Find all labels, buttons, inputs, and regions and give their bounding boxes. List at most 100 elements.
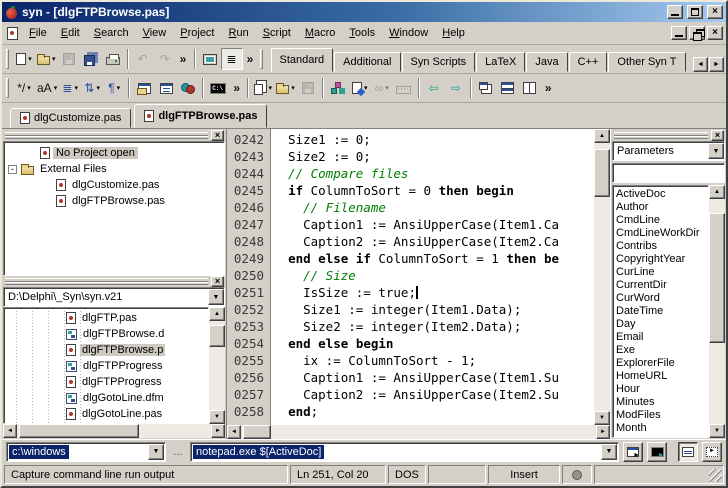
new-file-button[interactable]: ▾ [13, 48, 35, 70]
param-item-contribs[interactable]: Contribs [616, 240, 708, 253]
combo-dropdown-icon[interactable]: ▼ [208, 289, 224, 305]
scroll-right-button[interactable]: ► [211, 424, 225, 438]
param-item-modfiles[interactable]: ModFiles [616, 409, 708, 422]
toolbar-grip[interactable] [6, 78, 9, 98]
syntax-colors-button[interactable] [177, 77, 199, 99]
scroll-down-button[interactable]: ▼ [209, 410, 225, 424]
menu-search[interactable]: Search [87, 24, 136, 42]
files-panel-close-button[interactable]: × [211, 276, 224, 287]
scrollbar-thumb[interactable] [709, 213, 725, 343]
scroll-right-button[interactable]: ► [596, 425, 610, 439]
dos-console-button[interactable] [207, 77, 229, 99]
menu-script[interactable]: Script [256, 24, 298, 42]
mdi-document-icon[interactable] [7, 26, 18, 40]
scrollbar-track[interactable] [209, 321, 225, 410]
param-item-copyrightyear[interactable]: CopyrightYear [616, 253, 708, 266]
menu-help[interactable]: Help [435, 24, 472, 42]
scroll-left-button[interactable]: ◄ [227, 425, 241, 439]
outline-view-button[interactable]: ≣ [220, 48, 243, 70]
save-special-button[interactable] [297, 77, 319, 99]
tab-scroll-right-button[interactable]: ► [709, 57, 724, 72]
save-file-button[interactable] [58, 48, 80, 70]
copy-special-button[interactable]: ▾ [252, 77, 274, 99]
file-list-horizontal-scrollbar[interactable]: ◄ ► [3, 424, 225, 438]
show-output-button[interactable] [678, 441, 698, 462]
toolbar-grip[interactable] [259, 49, 263, 69]
toolbar-grip[interactable] [6, 49, 9, 69]
menu-project[interactable]: Project [173, 24, 221, 42]
param-item-datetime[interactable]: DateTime [616, 305, 708, 318]
param-item-curword[interactable]: CurWord [616, 292, 708, 305]
save-all-button[interactable] [80, 48, 102, 70]
mdi-restore-button[interactable] [689, 26, 705, 41]
cascade-windows-button[interactable] [475, 77, 497, 99]
scrollbar-track[interactable] [241, 425, 596, 439]
param-item-month[interactable]: Month [616, 422, 708, 435]
open-file-button[interactable]: ▾ [35, 48, 58, 70]
browse-directory-button[interactable]: ... [170, 443, 186, 461]
sort-lines-button[interactable]: ⇅ ▾ [81, 77, 103, 99]
maximize-button[interactable] [687, 5, 703, 19]
more-view-button[interactable]: » [243, 48, 258, 70]
combo-dropdown-icon[interactable]: ▼ [148, 443, 164, 460]
more-window-button[interactable]: » [541, 77, 556, 99]
file-item-dlggotoline-dfm[interactable]: dlgGotoLine.dfm [4, 390, 208, 406]
param-item-hour[interactable]: Hour [616, 383, 708, 396]
scrollbar-track[interactable] [594, 143, 610, 411]
grab-ridges[interactable] [614, 132, 708, 139]
scrollbar-track[interactable] [709, 199, 725, 424]
nav-forward-button[interactable]: ⇨ [445, 77, 467, 99]
param-item-day[interactable]: Day [616, 318, 708, 331]
copy-to-window-button[interactable] [133, 77, 155, 99]
command-input-combo[interactable]: notepad.exe $[ActiveDoc] ▼ [190, 441, 619, 462]
param-item-currentdir[interactable]: CurrentDir [616, 279, 708, 292]
run-script-button[interactable]: ▾ [349, 77, 371, 99]
editor-vertical-scrollbar[interactable]: ▲ ▼ [594, 129, 610, 425]
combo-dropdown-icon[interactable]: ▼ [708, 143, 724, 159]
open-special-button[interactable]: ▾ [274, 77, 297, 99]
code-structure-button[interactable] [327, 77, 349, 99]
grab-ridges[interactable] [5, 278, 208, 285]
run-capture-button[interactable] [647, 441, 667, 462]
param-filter-input[interactable] [612, 163, 725, 183]
undo-button[interactable]: ↶ [132, 48, 154, 70]
change-case-button[interactable]: aA ▾ [35, 77, 59, 99]
window-list-button[interactable] [155, 77, 177, 99]
menu-macro[interactable]: Macro [298, 24, 343, 42]
files-panel-grab-bar[interactable]: × [3, 276, 225, 287]
run-command-button[interactable] [623, 441, 643, 462]
special-chars-button[interactable]: ¶ ▾ [103, 77, 125, 99]
param-item-explorerfile[interactable]: ExplorerFile [616, 357, 708, 370]
param-item-cmdlineworkdir[interactable]: CmdLineWorkDir [616, 227, 708, 240]
redo-button[interactable]: ↷ [154, 48, 176, 70]
syntax-tab-latex[interactable]: LaTeX [476, 52, 526, 72]
syntax-tab-additional[interactable]: Additional [334, 52, 401, 72]
file-item-dlgftpprogress[interactable]: dlgFTPProgress [4, 374, 208, 390]
file-item-dlggotoline-pas[interactable]: dlgGotoLine.pas [4, 406, 208, 422]
syntax-tab-other-syn-t[interactable]: Other Syn T [608, 52, 686, 72]
directory-combo[interactable]: D:\Delphi\_Syn\syn.v21 ▼ [3, 287, 225, 307]
more-edit-button[interactable]: » [229, 77, 244, 99]
menu-window[interactable]: Window [382, 24, 435, 42]
tree-item-external-files[interactable]: - External Files [4, 161, 224, 177]
mdi-minimize-button[interactable] [671, 26, 687, 40]
syntax-tab-standard[interactable]: Standard [270, 48, 334, 72]
tree-expander-icon[interactable]: - [8, 164, 17, 174]
tab-scroll-left-button[interactable]: ◄ [693, 57, 708, 72]
syntax-tab-c[interactable]: C++ [568, 52, 608, 72]
tile-vertical-button[interactable] [519, 77, 541, 99]
chain-link-button[interactable]: ∞ ▾ [371, 77, 393, 99]
param-item-activedoc[interactable]: ActiveDoc [616, 188, 708, 201]
scroll-down-button[interactable]: ▼ [709, 424, 725, 438]
scrollbar-thumb[interactable] [243, 425, 271, 439]
param-list-scrollbar[interactable]: ▲ ▼ [709, 185, 725, 438]
syntax-tab-java[interactable]: Java [526, 52, 568, 72]
menu-view[interactable]: View [136, 24, 174, 42]
nav-back-button[interactable]: ⇦ [423, 77, 445, 99]
param-item-homeurl[interactable]: HomeURL [616, 370, 708, 383]
print-button[interactable] [102, 48, 124, 70]
scrollbar-thumb[interactable] [594, 149, 610, 197]
param-item-author[interactable]: Author [616, 201, 708, 214]
keyboard-macro-button[interactable] [393, 77, 415, 99]
full-screen-button[interactable] [199, 48, 221, 70]
